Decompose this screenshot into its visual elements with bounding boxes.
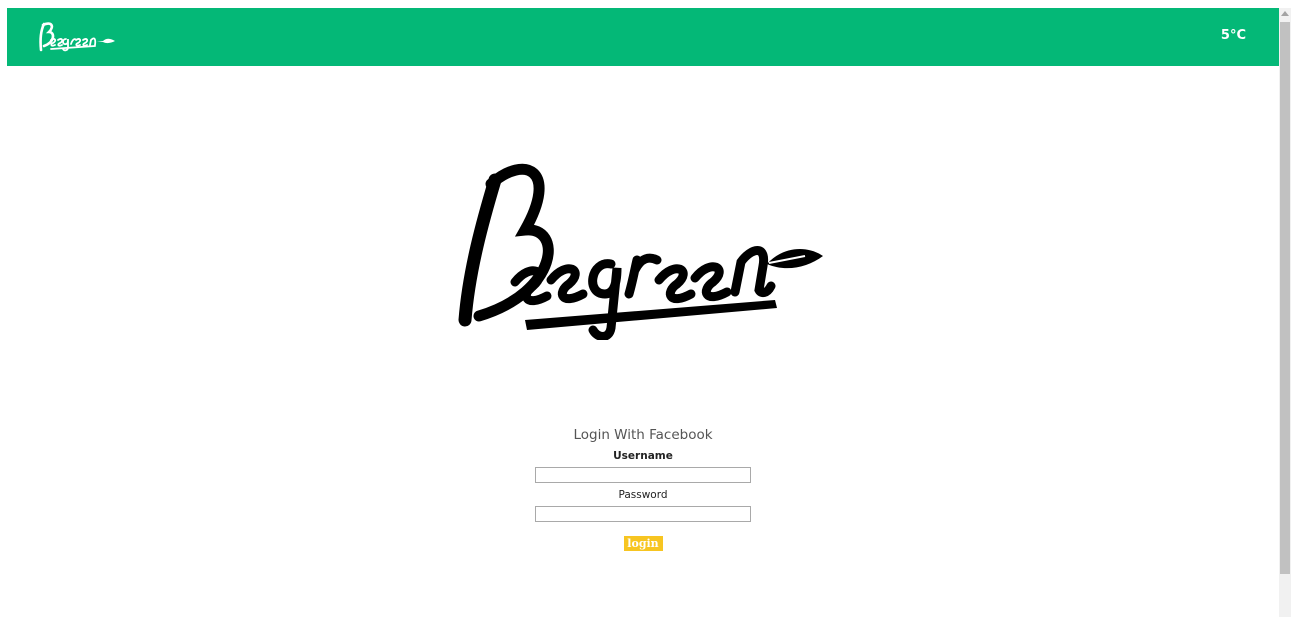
login-heading: Login With Facebook [573,427,713,443]
login-form: Login With Facebook Username Password lo… [500,425,786,552]
login-button[interactable]: login [623,536,663,551]
vertical-scrollbar[interactable] [1279,8,1291,617]
brand-logo-large [458,163,823,340]
username-label: Username [613,450,673,462]
username-field[interactable] [535,467,751,483]
page: 5°C Login With Facebook Username Passwor… [0,0,1291,617]
header-bar: 5°C [7,8,1279,66]
password-label: Password [618,489,668,501]
temperature-readout: 5°C [1220,28,1246,43]
password-field[interactable] [535,506,751,522]
scroll-up-arrow-icon[interactable] [1281,11,1289,16]
scrollbar-thumb[interactable] [1280,22,1290,574]
brand-logo-small[interactable] [37,20,117,54]
